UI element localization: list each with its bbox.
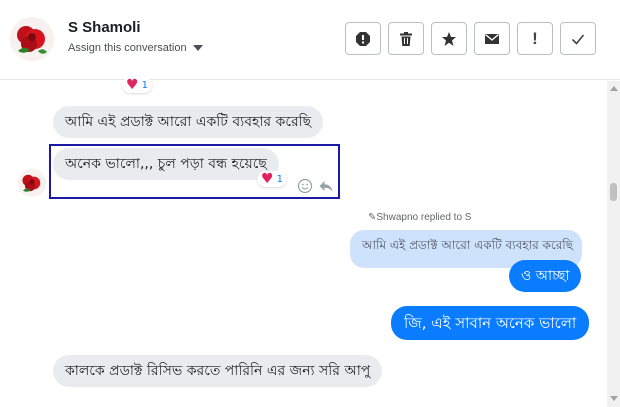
reply-note-text: Shwapno replied to S: [376, 212, 472, 223]
conversation-toolbar: !: [345, 22, 596, 55]
avatar[interactable]: [10, 17, 54, 61]
message-text: কালকে প্রডাক্ট রিসিভ করতে পারিনি এর জন্য…: [65, 363, 371, 379]
incoming-message: কালকে প্রডাক্ট রিসিভ করতে পারিনি এর জন্য…: [53, 355, 383, 387]
assign-label: Assign this conversation: [68, 42, 187, 54]
scroll-down-icon[interactable]: [610, 396, 618, 401]
conversation-header: S Shamoli Assign this conversation !: [0, 0, 620, 80]
emoji-react-icon[interactable]: [297, 178, 313, 194]
priority-button[interactable]: !: [517, 22, 553, 55]
assign-conversation-dropdown[interactable]: Assign this conversation: [68, 42, 203, 54]
trash-icon: [400, 31, 412, 46]
alert-octagon-icon: [356, 31, 370, 46]
scrollbar[interactable]: [607, 81, 620, 407]
caret-down-icon: [192, 45, 203, 51]
rose-avatar-image: [18, 169, 46, 197]
heart-icon: ♥: [261, 171, 274, 187]
outgoing-message: জি, এই সাবান অনেক ভালো: [391, 306, 590, 340]
rose-avatar-image: [10, 17, 54, 61]
reaction-count: 1: [141, 79, 148, 91]
checkmark-icon: [571, 33, 585, 45]
exclamation-icon: !: [532, 28, 538, 48]
reaction-count: 1: [276, 173, 283, 185]
star-icon: [442, 31, 456, 46]
message-text: জি, এই সাবান অনেক ভালো: [404, 314, 577, 332]
outgoing-message: ও আচ্ছা: [509, 260, 582, 292]
envelope-icon: [485, 33, 499, 44]
scroll-up-icon[interactable]: [610, 86, 618, 91]
message-text: ও আচ্ছা: [521, 268, 570, 284]
quoted-text: আমি এই প্রডাক্ট আরো একটি ব্যবহার করেছি: [362, 238, 574, 252]
message-text: আমি এই প্রডাক্ট আরো একটি ব্যবহার করেছি: [65, 114, 312, 130]
reply-icon[interactable]: [318, 178, 334, 194]
contact-name: S Shamoli: [68, 19, 141, 36]
reaction-badge[interactable]: ♥ 1: [122, 77, 152, 93]
heart-icon: ♥: [126, 77, 139, 93]
reply-note: ✎Shwapno replied to S: [368, 212, 471, 223]
mark-done-button[interactable]: [560, 22, 596, 55]
scrollbar-thumb[interactable]: [610, 183, 617, 201]
sender-avatar: [18, 169, 46, 197]
delete-button[interactable]: [388, 22, 424, 55]
star-button[interactable]: [431, 22, 467, 55]
reaction-badge[interactable]: ♥ 1: [257, 171, 287, 187]
incoming-message: আমি এই প্রডাক্ট আরো একটি ব্যবহার করেছি: [53, 106, 324, 138]
mark-spam-button[interactable]: [345, 22, 381, 55]
mark-unread-button[interactable]: [474, 22, 510, 55]
